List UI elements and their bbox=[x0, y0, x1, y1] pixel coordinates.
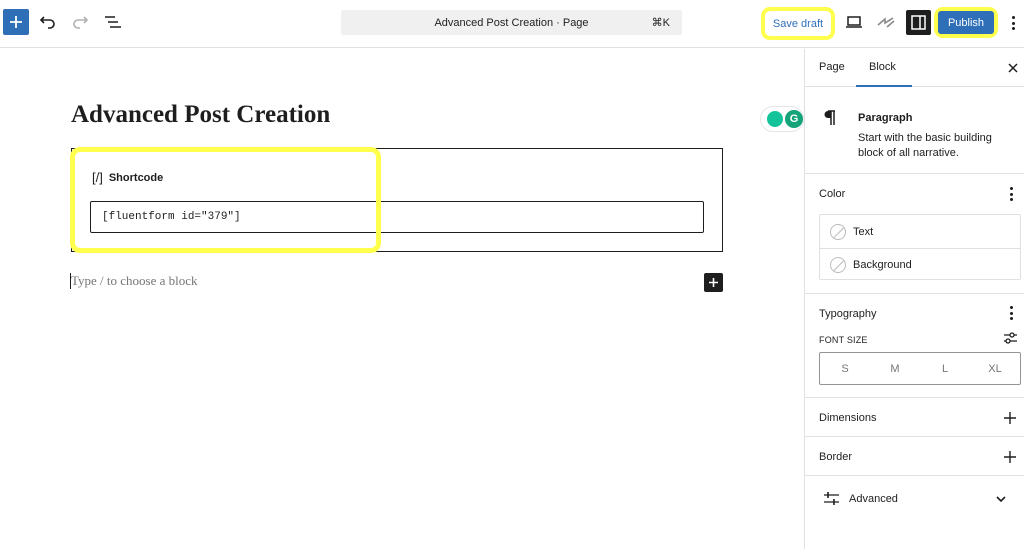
kebab-dot bbox=[1011, 27, 1015, 30]
color-list: Text Background bbox=[819, 214, 1021, 280]
command-shortcut: ⌘K bbox=[651, 17, 670, 29]
empty-swatch-icon bbox=[830, 257, 846, 273]
color-item-label: Background bbox=[853, 259, 912, 271]
shortcode-highlight bbox=[70, 147, 381, 253]
plus-icon[interactable] bbox=[1004, 451, 1016, 463]
editor-canvas: Advanced Post Creation G [/] Shortcode [… bbox=[0, 49, 804, 549]
publish-button[interactable]: Publish bbox=[938, 11, 994, 34]
preview-button[interactable] bbox=[844, 12, 864, 32]
add-block-button[interactable] bbox=[704, 273, 723, 292]
tab-block[interactable]: Block bbox=[869, 61, 896, 73]
list-view-button[interactable] bbox=[103, 12, 123, 32]
kebab-dot bbox=[1009, 311, 1013, 315]
color-panel-title: Color bbox=[819, 188, 846, 200]
plus-icon bbox=[709, 278, 718, 287]
undo-button[interactable] bbox=[38, 12, 58, 32]
typography-panel-title: Typography bbox=[819, 308, 877, 320]
kebab-dot bbox=[1009, 198, 1013, 201]
post-title[interactable]: Advanced Post Creation bbox=[71, 101, 330, 129]
grammarly-widget[interactable]: G bbox=[760, 106, 804, 132]
sidebar-toggle-icon bbox=[911, 15, 926, 30]
redo-button[interactable] bbox=[70, 12, 90, 32]
font-size-m[interactable]: M bbox=[870, 353, 920, 384]
kebab-menu-icon bbox=[1009, 306, 1013, 309]
publish-highlight: Publish bbox=[934, 7, 998, 38]
font-size-label: FONT SIZE bbox=[819, 335, 868, 345]
empty-swatch-icon bbox=[830, 223, 846, 240]
options-menu-button[interactable] bbox=[1011, 16, 1015, 30]
settings-sidebar-toggle[interactable] bbox=[906, 10, 931, 35]
advanced-panel-toggle[interactable]: Advanced bbox=[805, 477, 1024, 521]
font-size-s[interactable]: S bbox=[820, 353, 870, 384]
panel-divider bbox=[805, 397, 1024, 398]
command-palette-bar[interactable]: Advanced Post Creation · Page ⌘K bbox=[341, 10, 682, 35]
undo-icon bbox=[39, 16, 55, 29]
dimensions-panel-title[interactable]: Dimensions bbox=[819, 412, 876, 424]
empty-block-placeholder[interactable]: Type / to choose a block bbox=[71, 273, 198, 289]
color-item-text[interactable]: Text bbox=[820, 215, 1020, 248]
kebab-menu-icon bbox=[1011, 16, 1015, 19]
jetpack-bolt-icon bbox=[877, 17, 895, 28]
active-tab-indicator bbox=[856, 85, 912, 87]
desktop-preview-icon bbox=[846, 16, 862, 28]
font-size-picker: S M L XL bbox=[819, 352, 1021, 385]
panel-divider bbox=[805, 436, 1024, 437]
block-card-description: Start with the basic building block of a… bbox=[858, 132, 992, 159]
sliders-icon[interactable] bbox=[1004, 332, 1017, 344]
block-inserter-button[interactable] bbox=[3, 9, 29, 35]
save-draft-button[interactable]: Save draft bbox=[773, 18, 823, 30]
font-size-xl[interactable]: XL bbox=[970, 353, 1020, 384]
save-draft-highlight: Save draft bbox=[761, 7, 835, 40]
color-options-button[interactable] bbox=[1009, 187, 1013, 201]
kebab-menu-icon bbox=[1009, 187, 1013, 190]
kebab-dot bbox=[1011, 21, 1015, 25]
editor-toolbar: Advanced Post Creation · Page ⌘K Save dr… bbox=[0, 0, 1024, 48]
font-size-l[interactable]: L bbox=[920, 353, 970, 384]
kebab-dot bbox=[1009, 317, 1013, 320]
bulb-icon bbox=[767, 111, 783, 127]
document-title: Advanced Post Creation · Page bbox=[434, 16, 589, 29]
sidebar-tabs: Page Block bbox=[805, 49, 1024, 87]
pilcrow-icon bbox=[824, 110, 835, 125]
typography-options-button[interactable] bbox=[1009, 306, 1013, 320]
settings-sidebar: Page Block Paragraph Start with the basi… bbox=[804, 49, 1024, 549]
panel-divider bbox=[805, 475, 1024, 476]
block-card-title: Paragraph bbox=[858, 112, 913, 124]
chevron-down-icon bbox=[996, 496, 1006, 503]
color-item-label: Text bbox=[853, 225, 874, 238]
block-card: Paragraph Start with the basic building … bbox=[805, 88, 1024, 174]
plus-icon bbox=[10, 16, 22, 28]
plus-icon[interactable] bbox=[1004, 412, 1016, 424]
close-icon[interactable] bbox=[1006, 61, 1020, 75]
tab-page[interactable]: Page bbox=[819, 61, 845, 73]
jetpack-button[interactable] bbox=[876, 12, 896, 32]
kebab-dot bbox=[1009, 192, 1013, 196]
panel-divider bbox=[805, 293, 1024, 294]
redo-icon bbox=[73, 16, 89, 29]
grammarly-icon: G bbox=[785, 110, 803, 128]
advanced-panel-title: Advanced bbox=[849, 493, 898, 505]
sliders-icon bbox=[824, 492, 839, 505]
color-item-background[interactable]: Background bbox=[820, 248, 1020, 281]
list-view-icon bbox=[105, 16, 121, 28]
border-panel-title[interactable]: Border bbox=[819, 451, 852, 463]
